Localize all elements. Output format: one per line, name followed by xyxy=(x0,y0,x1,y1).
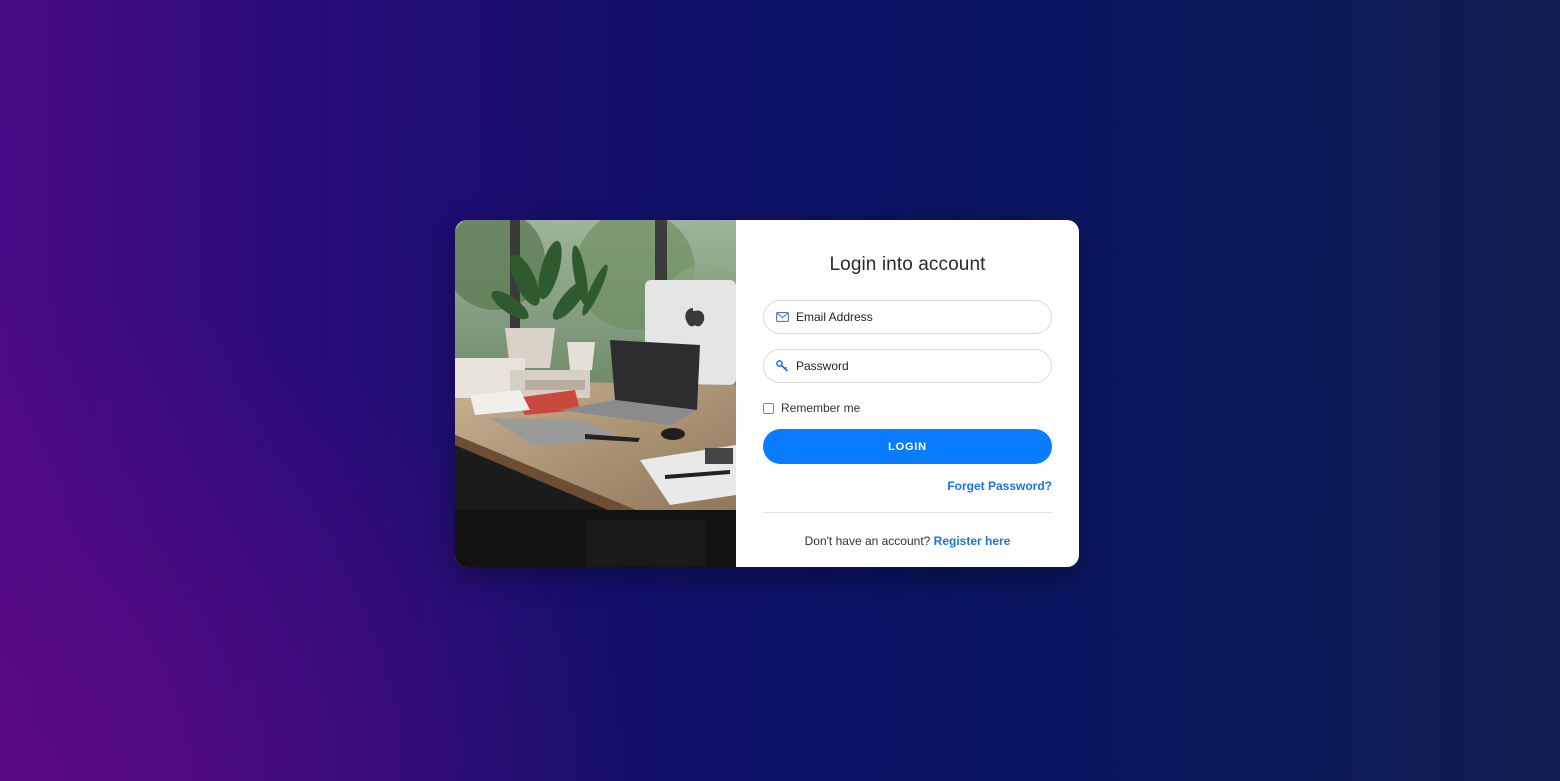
remember-me-checkbox[interactable] xyxy=(763,402,774,414)
workspace-photo xyxy=(455,220,736,567)
envelope-icon xyxy=(775,310,789,324)
remember-me-row: Remember me xyxy=(763,401,1052,415)
forgot-password-row: Forget Password? xyxy=(763,479,1052,493)
remember-me-label[interactable]: Remember me xyxy=(781,401,860,415)
register-prompt: Don't have an account? xyxy=(804,534,934,548)
email-field-wrapper xyxy=(763,300,1052,334)
register-row: Don't have an account? Register here xyxy=(763,534,1052,548)
key-icon xyxy=(775,359,789,373)
forgot-password-link[interactable]: Forget Password? xyxy=(947,479,1052,493)
page-title: Login into account xyxy=(829,254,986,275)
password-field[interactable] xyxy=(796,359,1036,373)
password-field-wrapper xyxy=(763,349,1052,383)
login-card: Login into account Remembe xyxy=(455,220,1079,567)
divider xyxy=(763,512,1052,513)
login-button[interactable]: LOGIN xyxy=(763,429,1052,464)
email-field[interactable] xyxy=(796,310,1036,324)
login-form: Login into account Remembe xyxy=(736,220,1079,567)
register-link[interactable]: Register here xyxy=(934,534,1011,548)
